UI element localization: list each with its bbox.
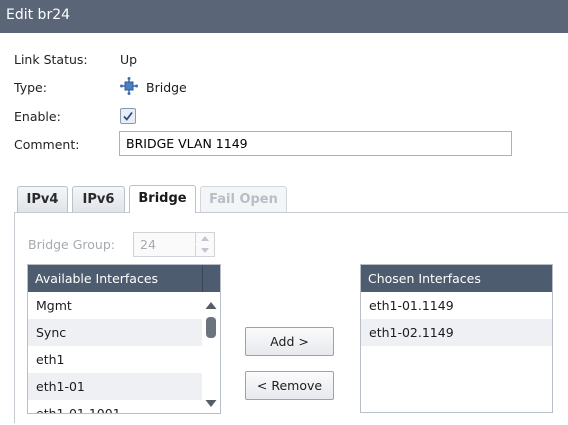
window-title: Edit br24	[6, 7, 71, 23]
tab-ipv6[interactable]: IPv6	[72, 186, 125, 212]
bridge-icon	[120, 77, 138, 95]
bridge-group-value: 24	[140, 237, 156, 252]
tab-ipv4[interactable]: IPv4	[17, 186, 68, 212]
available-interfaces-header: Available Interfaces	[28, 265, 220, 292]
list-item[interactable]: eth1-01.1001	[28, 400, 220, 413]
spinner-down-icon	[195, 245, 214, 256]
list-item[interactable]: eth1-01.1149	[361, 292, 552, 319]
comment-input[interactable]	[119, 131, 512, 156]
header-divider	[202, 265, 203, 292]
list-item[interactable]: eth1-02.1149	[361, 319, 552, 346]
chosen-interfaces-header: Chosen Interfaces	[361, 265, 552, 292]
enable-checkbox[interactable]	[120, 108, 136, 124]
comment-label: Comment:	[14, 137, 80, 152]
remove-button[interactable]: < Remove	[245, 371, 334, 400]
chosen-interfaces-list: Chosen Interfaces eth1-01.1149 eth1-02.1…	[360, 264, 553, 413]
list-item[interactable]: eth1	[28, 346, 220, 373]
enable-label: Enable:	[14, 109, 61, 124]
scroll-thumb	[206, 317, 216, 338]
scroll-up-icon	[205, 302, 217, 309]
spinner-up-icon	[195, 233, 214, 244]
title-bar: Edit br24	[0, 0, 568, 33]
tab-bridge[interactable]: Bridge	[129, 185, 196, 213]
scroll-down-icon	[205, 400, 217, 407]
bridge-group-spinner: 24	[133, 232, 215, 257]
available-interfaces-list: Available Interfaces Mgmt Sync eth1 eth1…	[27, 264, 221, 414]
type-value: Bridge	[146, 80, 187, 95]
link-status-label: Link Status:	[14, 52, 88, 67]
list-item[interactable]: Mgmt	[28, 292, 220, 319]
available-scrollbar[interactable]	[202, 292, 220, 413]
type-label: Type:	[14, 80, 47, 95]
add-button[interactable]: Add >	[245, 327, 334, 356]
available-header-label: Available Interfaces	[35, 271, 159, 286]
checkmark-icon	[123, 111, 133, 121]
list-item[interactable]: eth1-01	[28, 373, 220, 400]
bridge-group-label: Bridge Group:	[28, 237, 115, 252]
tab-fail-open: Fail Open	[200, 186, 287, 212]
list-item[interactable]: Sync	[28, 319, 220, 346]
link-status-value: Up	[120, 52, 138, 67]
